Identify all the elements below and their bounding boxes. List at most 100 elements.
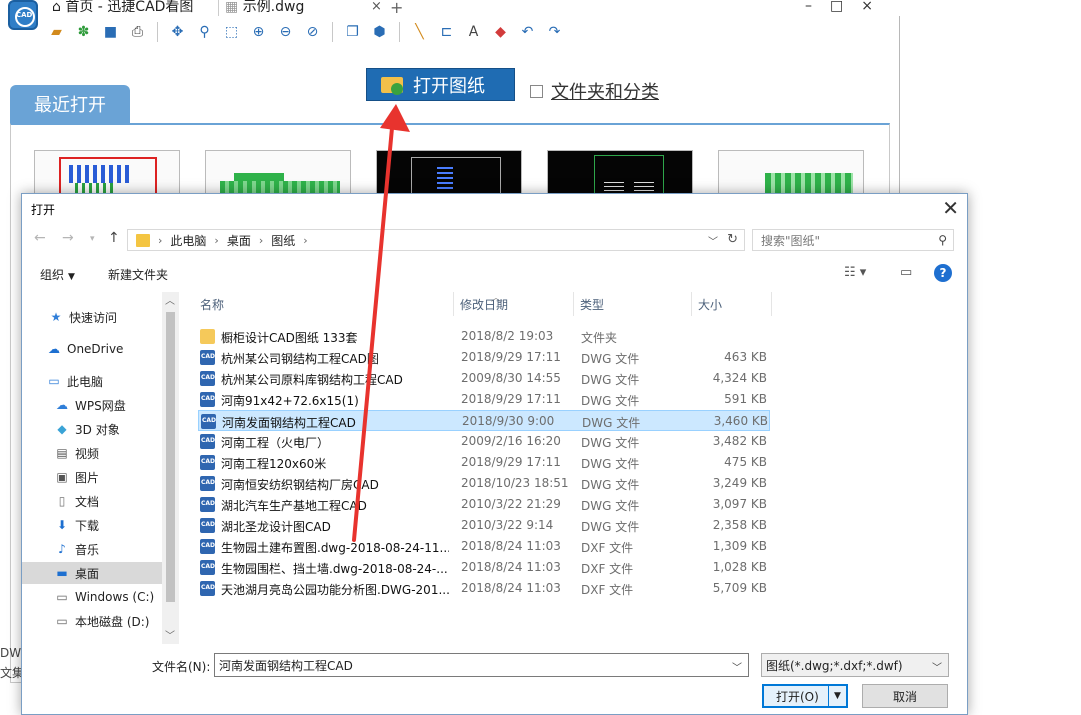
- navigation-pane: ★ 快速访问 ☁ OneDrive ▭ 此电脑 ☁ WPS网盘 ◆ 3D 对象 ▤ 视频 ▣…: [22, 292, 162, 644]
- preview-pane-icon[interactable]: ▭: [900, 265, 912, 280]
- view-options-icon[interactable]: ☷ ▾: [844, 265, 866, 280]
- scrollbar-thumb[interactable]: [166, 312, 175, 602]
- print-icon[interactable]: ⎙: [127, 22, 148, 43]
- nav-item-drive-c[interactable]: ▭ Windows (C:): [22, 586, 162, 608]
- eraser-icon[interactable]: ◆: [490, 22, 511, 43]
- column-header-type[interactable]: 类型: [574, 292, 692, 316]
- folder-category-label[interactable]: 文件夹和分类: [551, 78, 659, 104]
- file-name: 河南工程120x60米: [221, 457, 327, 471]
- file-row[interactable]: 河南发面钢结构工程CAD 2018/9/30 9:00 DWG 文件 3,460 KB: [198, 410, 770, 431]
- file-row[interactable]: 杭州某公司钢结构工程CAD图 2018/9/29 17:11 DWG 文件 463 K…: [198, 347, 770, 368]
- forward-arrow-icon[interactable]: →: [62, 230, 74, 246]
- up-arrow-icon[interactable]: ↑: [108, 230, 120, 246]
- drive-icon: ▭: [56, 614, 68, 628]
- tab-close-icon[interactable]: ×: [371, 0, 382, 14]
- music-icon: ♪: [58, 542, 66, 556]
- nav-item-music[interactable]: ♪ 音乐: [22, 538, 162, 560]
- back-arrow-icon[interactable]: ←: [34, 230, 46, 246]
- file-row[interactable]: 河南恒安纺织钢结构厂房CAD 2018/10/23 18:51 DWG 文件 3,24…: [198, 473, 770, 494]
- chevron-down-icon[interactable]: ﹀: [708, 233, 718, 248]
- nav-item-desktop[interactable]: ▬ 桌面: [22, 562, 162, 584]
- cad-file-icon: [200, 518, 215, 533]
- recent-locations-icon[interactable]: ▾: [90, 234, 95, 244]
- zoom-in-icon[interactable]: ⊕: [248, 22, 269, 43]
- tab-document[interactable]: ▦ 示例.dwg ×: [218, 0, 388, 16]
- open-folder-icon[interactable]: ▰: [46, 22, 67, 43]
- pan-icon[interactable]: ✥: [167, 22, 188, 43]
- column-header-name[interactable]: 名称: [194, 292, 454, 316]
- zoom-window-icon[interactable]: ⬚: [221, 22, 242, 43]
- file-row[interactable]: 湖北圣龙设计图CAD 2010/3/22 9:14 DWG 文件 2,358 KB: [198, 515, 770, 536]
- scroll-down-icon[interactable]: ﹀: [165, 627, 175, 642]
- file-row[interactable]: 天池湖月亮岛公园功能分析图.DWG-201... 2018/8/24 11:03 D…: [198, 578, 770, 599]
- breadcrumb-item[interactable]: 此电脑: [170, 232, 206, 249]
- redo-icon[interactable]: ↷: [544, 22, 565, 43]
- window-controls[interactable]: –□×: [805, 0, 891, 14]
- refresh-icon[interactable]: ↻: [727, 232, 738, 247]
- organize-button[interactable]: 组织 ▼: [40, 266, 75, 283]
- zoom-realtime-icon[interactable]: ⚲: [194, 22, 215, 43]
- chevron-down-icon[interactable]: ﹀: [732, 659, 742, 674]
- open-split-dropdown-icon[interactable]: ▼: [828, 686, 846, 706]
- column-header-size[interactable]: 大小: [692, 292, 772, 316]
- 3d-view-icon[interactable]: ⬢: [369, 22, 390, 43]
- tab-home[interactable]: ⌂ 首页 - 迅捷CAD看图: [52, 0, 193, 16]
- filename-value: 河南发面钢结构工程CAD: [219, 658, 353, 673]
- open-button[interactable]: 打开(O) ▼: [762, 684, 848, 708]
- folder-category-checkbox[interactable]: [530, 84, 543, 98]
- search-input[interactable]: 搜索"图纸" ⚲: [752, 229, 954, 251]
- file-row[interactable]: 生物园围栏、挡土墙.dwg-2018-08-24-... 2018/8/24 11…: [198, 557, 770, 578]
- nav-item-this-pc[interactable]: ▭ 此电脑: [22, 370, 162, 392]
- chevron-right-icon: ›: [303, 233, 308, 247]
- file-name: 湖北圣龙设计图CAD: [221, 520, 331, 534]
- file-row[interactable]: 河南工程120x60米 2018/9/29 17:11 DWG 文件 475 KB: [198, 452, 770, 473]
- layers-icon[interactable]: ❐: [342, 22, 363, 43]
- desktop-icon: ▬: [56, 566, 68, 580]
- file-row[interactable]: 生物园土建布置图.dwg-2018-08-24-11... 2018/8/24 1…: [198, 536, 770, 557]
- nav-item-pictures[interactable]: ▣ 图片: [22, 466, 162, 488]
- zoom-previous-icon[interactable]: ⊘: [302, 22, 323, 43]
- column-header-date[interactable]: 修改日期: [454, 292, 574, 316]
- organize-label: 组织: [40, 268, 65, 282]
- file-row[interactable]: 河南工程（火电厂） 2009/2/16 16:20 DWG 文件 3,482 KB: [198, 431, 770, 452]
- add-tab-icon[interactable]: +: [390, 0, 403, 17]
- file-row[interactable]: 杭州某公司原料库钢结构工程CAD 2009/8/30 14:55 DWG 文件 4,3…: [198, 368, 770, 389]
- dialog-close-icon[interactable]: ✕: [942, 196, 959, 220]
- file-row[interactable]: 橱柜设计CAD图纸 133套 2018/8/2 19:03 文件夹: [198, 326, 770, 347]
- measure-line-icon[interactable]: ╲: [409, 22, 430, 43]
- dimension-icon[interactable]: ⊏: [436, 22, 457, 43]
- file-row[interactable]: 湖北汽车生产基地工程CAD 2010/3/22 21:29 DWG 文件 3,097 …: [198, 494, 770, 515]
- nav-item-wps[interactable]: ☁ WPS网盘: [22, 394, 162, 416]
- nav-item-3d-objects[interactable]: ◆ 3D 对象: [22, 418, 162, 440]
- undo-icon[interactable]: ↶: [517, 22, 538, 43]
- palm-tree-icon[interactable]: ✽: [73, 22, 94, 43]
- recent-files-tab[interactable]: 最近打开: [10, 85, 130, 123]
- breadcrumb-item[interactable]: 桌面: [227, 232, 251, 249]
- nav-item-quick-access[interactable]: ★ 快速访问: [22, 306, 162, 328]
- breadcrumb-item[interactable]: 图纸: [271, 232, 295, 249]
- address-bar[interactable]: › 此电脑 › 桌面 › 图纸 › ﹀ ↻: [127, 229, 745, 251]
- nav-item-drive-d[interactable]: ▭ 本地磁盘 (D:): [22, 610, 162, 632]
- filename-input[interactable]: 河南发面钢结构工程CAD ﹀: [214, 653, 749, 677]
- nav-item-label: 音乐: [75, 542, 100, 557]
- text-tool-icon[interactable]: A: [463, 22, 484, 43]
- open-folder-icon: [381, 77, 403, 95]
- nav-item-documents[interactable]: ▯ 文档: [22, 490, 162, 512]
- zoom-out-icon[interactable]: ⊖: [275, 22, 296, 43]
- nav-item-videos[interactable]: ▤ 视频: [22, 442, 162, 464]
- new-folder-button[interactable]: 新建文件夹: [108, 266, 168, 283]
- cancel-button[interactable]: 取消: [862, 684, 948, 708]
- open-drawing-button[interactable]: 打开图纸: [366, 68, 515, 101]
- nav-item-downloads[interactable]: ⬇ 下载: [22, 514, 162, 536]
- help-icon[interactable]: ?: [934, 264, 952, 282]
- scroll-up-icon[interactable]: ︿: [165, 292, 175, 307]
- file-row[interactable]: 河南91x42+72.6x15(1) 2018/9/29 17:11 DWG 文件 5…: [198, 389, 770, 410]
- filetype-select[interactable]: 图纸(*.dwg;*.dxf;*.dwf) ﹀: [761, 653, 949, 677]
- nav-item-onedrive[interactable]: ☁ OneDrive: [22, 338, 162, 360]
- folder-category-toggle[interactable]: 文件夹和分类: [530, 78, 659, 104]
- file-size: 1,028 KB: [712, 560, 767, 574]
- file-size: 3,249 KB: [712, 476, 767, 490]
- nav-scrollbar[interactable]: ︿ ﹀: [162, 292, 179, 644]
- save-icon[interactable]: ■: [100, 22, 121, 43]
- side-text: DW: [0, 646, 22, 660]
